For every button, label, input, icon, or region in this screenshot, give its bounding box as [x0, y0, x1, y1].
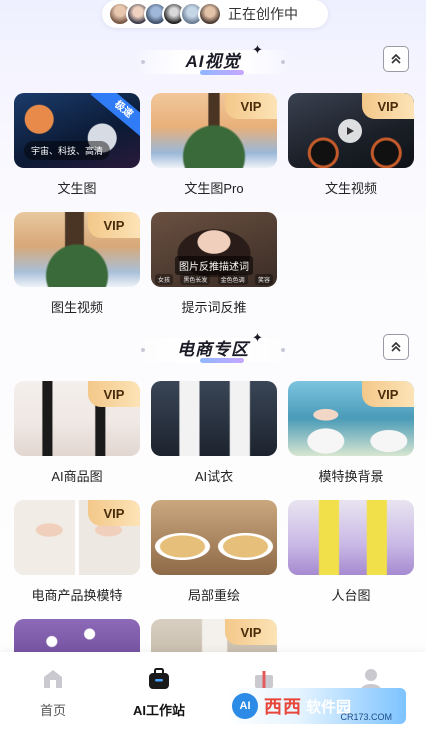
play-icon — [347, 127, 354, 135]
section-title: 电商专区 — [177, 340, 249, 359]
thumbnail — [151, 500, 277, 575]
card-label: 图生视频 — [50, 300, 103, 315]
thumbnail: 极速 宇宙、科技、高清 — [14, 93, 140, 168]
tool-card-swap-model[interactable]: VIP 电商产品换模特 — [14, 500, 140, 604]
thumbnail: VIP — [14, 500, 140, 575]
vip-badge: VIP — [88, 381, 140, 407]
avatar — [198, 2, 222, 26]
section-header-ecommerce: 电商专区 ✦ — [0, 330, 426, 368]
tool-card-prompt-reverse[interactable]: 图片反推描述词 女孩 黑色长发 金色色调 笑容 提示词反推 — [151, 212, 277, 316]
keyword-tag: 笑容 — [254, 274, 273, 285]
reverse-prompt-label: 图片反推描述词 — [175, 256, 253, 275]
tool-card-text-to-image-pro[interactable]: VIP 文生图Pro — [151, 93, 277, 197]
card-label: AI商品图 — [51, 469, 103, 484]
keyword-tag: 女孩 — [155, 274, 174, 285]
card-label: 文生图 — [57, 181, 97, 196]
thumbnail — [288, 500, 414, 575]
tool-card-inpaint[interactable]: 局部重绘 — [151, 500, 277, 604]
thumbnail: VIP — [151, 93, 277, 168]
vip-badge: VIP — [225, 93, 277, 119]
card-label: 模特换背景 — [318, 469, 384, 484]
card-label: 人台图 — [331, 588, 371, 603]
play-button[interactable] — [338, 119, 362, 143]
thumbnail: VIP — [288, 93, 414, 168]
double-chevron-up-icon — [391, 53, 401, 64]
thumbnail — [151, 381, 277, 456]
tab-ai-workstation[interactable]: AI工作站 — [117, 666, 201, 719]
tool-card-ai-product-image[interactable]: VIP AI商品图 — [14, 381, 140, 485]
card-label: 电商产品换模特 — [31, 588, 123, 603]
tab-home[interactable]: 首页 — [11, 666, 95, 719]
vip-badge: VIP — [225, 619, 277, 645]
card-label: 提示词反推 — [181, 300, 247, 315]
collapse-button[interactable] — [383, 334, 409, 360]
sparkle-icon: ✦ — [252, 42, 263, 57]
vip-badge: VIP — [362, 93, 414, 119]
vip-badge: VIP — [88, 212, 140, 238]
avatar-group — [108, 2, 222, 26]
keyword-tag: 金色色调 — [217, 274, 248, 285]
thumbnail: 图片反推描述词 女孩 黑色长发 金色色调 笑容 — [151, 212, 277, 287]
briefcase-icon — [149, 668, 169, 689]
tab-label: AI工作站 — [132, 703, 185, 718]
double-chevron-up-icon — [391, 341, 401, 352]
section-title: AI视觉 — [185, 52, 241, 71]
card-label: 文生视频 — [324, 181, 377, 196]
thumbnail: VIP — [288, 381, 414, 456]
thumbnail: VIP — [14, 212, 140, 287]
keyword-tag: 黑色长发 — [180, 274, 211, 285]
watermark-url: CR173.COM — [340, 712, 392, 722]
watermark: AI 西西 软件园 CR173.COM — [226, 688, 406, 724]
section-header-ai-vision: AI视觉 ✦ — [0, 42, 426, 80]
thumbnail: VIP — [14, 381, 140, 456]
tool-card-model-background[interactable]: VIP 模特换背景 — [288, 381, 414, 485]
keyword-tags: 女孩 黑色长发 金色色调 笑容 — [155, 274, 273, 285]
sparkle-icon: ✦ — [252, 330, 263, 345]
creating-status-text: 正在创作中 — [228, 6, 298, 22]
prompt-tag: 宇宙、科技、高清 — [24, 141, 111, 160]
tool-card-text-to-video[interactable]: VIP 文生视频 — [288, 93, 414, 197]
card-label: 文生图Pro — [184, 181, 244, 196]
tool-card-image-to-video[interactable]: VIP 图生视频 — [14, 212, 140, 316]
vip-badge: VIP — [88, 500, 140, 526]
watermark-main: 西西 — [264, 697, 302, 717]
collapse-button[interactable] — [383, 46, 409, 72]
tool-card-text-to-image[interactable]: 极速 宇宙、科技、高清 文生图 — [14, 93, 140, 197]
home-icon — [44, 670, 62, 688]
vip-badge: VIP — [362, 381, 414, 407]
creating-status-bar[interactable]: 正在创作中 — [102, 0, 328, 28]
card-label: AI试衣 — [194, 469, 234, 484]
tab-label: 首页 — [39, 703, 66, 718]
tool-card-mannequin[interactable]: 人台图 — [288, 500, 414, 604]
watermark-logo: AI — [232, 693, 258, 719]
card-label: 局部重绘 — [187, 588, 240, 603]
speed-badge: 极速 — [90, 93, 140, 140]
tool-card-ai-try-on[interactable]: AI试衣 — [151, 381, 277, 485]
